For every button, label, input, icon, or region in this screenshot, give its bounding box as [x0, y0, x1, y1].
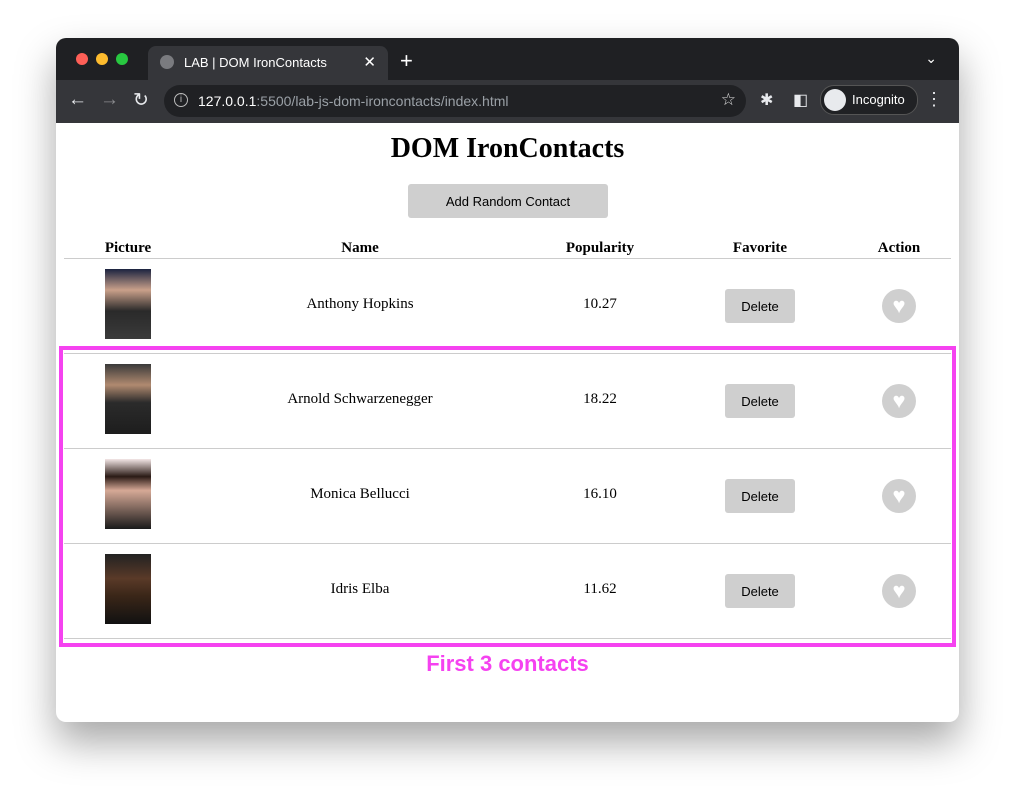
delete-button[interactable]: Delete — [725, 289, 795, 323]
tab-title: LAB | DOM IronContacts — [184, 55, 327, 70]
side-panel-icon[interactable]: ◧ — [793, 90, 808, 110]
contact-popularity: 10.27 — [583, 296, 617, 312]
profile-label: Incognito — [852, 92, 905, 107]
reload-icon[interactable]: ↻ — [133, 89, 149, 112]
maximize-window-button[interactable] — [116, 53, 128, 65]
incognito-icon — [824, 89, 846, 111]
header-name: Name — [341, 240, 379, 256]
extensions-icon[interactable]: ✱ — [760, 90, 773, 110]
globe-icon — [160, 55, 174, 69]
highlight-annotation: First 3 contacts — [426, 651, 589, 676]
heart-icon[interactable]: ♥ — [882, 289, 916, 323]
header-action: Action — [877, 240, 921, 256]
close-window-button[interactable] — [76, 53, 88, 65]
close-tab-icon[interactable]: ✕ — [363, 53, 376, 71]
header-popularity: Popularity — [565, 240, 635, 256]
table-row: Anthony Hopkins 10.27 Delete ♥ — [64, 258, 951, 353]
browser-window: LAB | DOM IronContacts ✕ + ⌄ ← → ↻ i 127… — [56, 38, 959, 722]
url-path: :5500/lab-js-dom-ironcontacts/index.html — [256, 93, 509, 109]
tab-search-chevron-icon[interactable]: ⌄ — [925, 50, 937, 67]
info-icon[interactable]: i — [174, 93, 188, 107]
page-content: DOM IronContacts Add Random Contact Pict… — [56, 123, 959, 722]
browser-toolbar: ← → ↻ i 127.0.0.1:5500/lab-js-dom-ironco… — [56, 80, 959, 123]
header-picture: Picture — [104, 240, 152, 256]
bookmark-star-icon[interactable]: ☆ — [721, 90, 736, 110]
tab-bar: LAB | DOM IronContacts ✕ + ⌄ — [56, 38, 959, 80]
highlight-box — [59, 346, 956, 647]
header-favorite: Favorite — [732, 240, 788, 256]
forward-icon[interactable]: → — [100, 89, 119, 111]
contact-name: Anthony Hopkins — [306, 296, 414, 312]
add-random-contact-button[interactable]: Add Random Contact — [408, 184, 608, 218]
incognito-profile-button[interactable]: Incognito — [820, 85, 918, 115]
new-tab-button[interactable]: + — [400, 48, 413, 74]
browser-tab[interactable]: LAB | DOM IronContacts ✕ — [148, 46, 388, 80]
address-bar[interactable]: i 127.0.0.1:5500/lab-js-dom-ironcontacts… — [164, 85, 746, 117]
contact-photo — [105, 269, 151, 339]
back-icon[interactable]: ← — [68, 89, 87, 111]
page-title: DOM IronContacts — [390, 133, 625, 164]
more-menu-icon[interactable]: ⋮ — [925, 89, 943, 110]
url-host: 127.0.0.1 — [198, 93, 257, 109]
minimize-window-button[interactable] — [96, 53, 108, 65]
